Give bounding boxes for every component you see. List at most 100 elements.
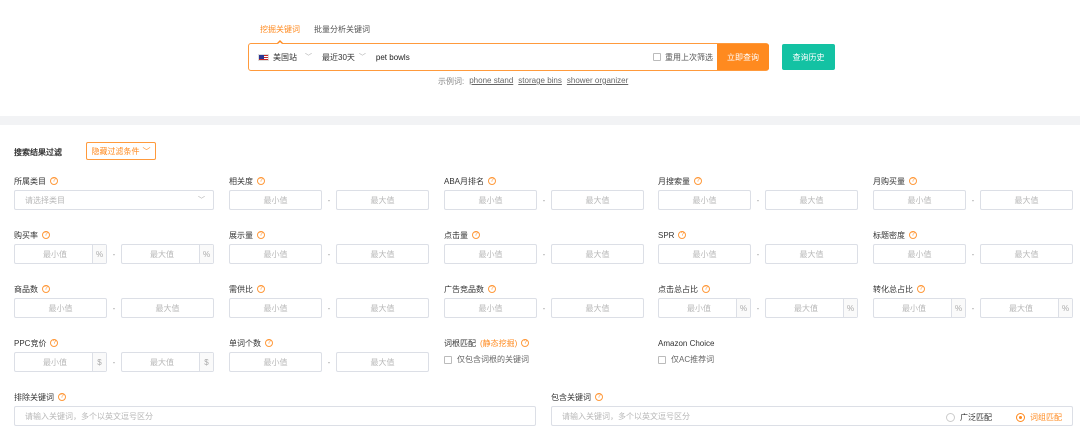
- site-select[interactable]: 美国站 ﹀: [249, 52, 312, 63]
- max-input[interactable]: 最大值: [551, 298, 644, 318]
- help-icon[interactable]: ?: [488, 177, 497, 185]
- min-input[interactable]: 最小值: [444, 190, 537, 210]
- input-placeholder: 请输入关键词，多个以英文逗号区分: [562, 411, 690, 421]
- max-input[interactable]: 最大值%: [980, 298, 1073, 318]
- max-placeholder: 最大值: [150, 357, 174, 367]
- help-icon[interactable]: ?: [42, 231, 50, 239]
- filter-ppc: PPC竞价? 最小值 $ - 最大值 $: [14, 338, 214, 372]
- help-icon[interactable]: ?: [909, 177, 917, 185]
- max-input[interactable]: 最大值: [336, 190, 429, 210]
- min-input[interactable]: 最小值: [873, 244, 966, 264]
- us-flag-icon: [258, 53, 269, 61]
- filter-label: 所属类目: [14, 176, 46, 186]
- max-input[interactable]: 最大值: [551, 190, 644, 210]
- filter-label: 单词个数: [229, 338, 261, 348]
- max-placeholder: 最大值: [150, 249, 174, 259]
- max-input[interactable]: 最大值: [336, 244, 429, 264]
- min-placeholder: 最小值: [687, 303, 711, 313]
- tab-mine-keywords[interactable]: 挖掘关键词: [260, 24, 300, 35]
- exclude-keywords-input[interactable]: 请输入关键词，多个以英文逗号区分: [14, 406, 536, 426]
- ac-only-checkbox[interactable]: 仅AC推荐词: [658, 354, 714, 365]
- keyword-search-input[interactable]: [375, 52, 636, 62]
- help-icon[interactable]: ?: [917, 285, 925, 293]
- help-icon[interactable]: ?: [521, 339, 530, 347]
- time-range-select[interactable]: 最近30天 ﹀: [322, 52, 366, 63]
- category-select[interactable]: 请选择类目 ﹀: [14, 190, 214, 210]
- filter-spr: SPR? 最小值 - 最大值: [658, 230, 858, 264]
- include-keywords-input[interactable]: 请输入关键词，多个以英文逗号区分 广泛匹配 词组匹配: [551, 406, 1073, 426]
- min-input[interactable]: 最小值: [444, 298, 537, 318]
- help-icon[interactable]: ?: [702, 285, 710, 293]
- min-input[interactable]: 最小值%: [873, 298, 966, 318]
- time-range-label: 最近30天: [322, 52, 355, 62]
- help-icon[interactable]: ?: [50, 177, 58, 185]
- help-icon[interactable]: ?: [595, 393, 603, 401]
- min-input[interactable]: 最小值: [14, 298, 107, 318]
- max-input[interactable]: 最大值: [336, 352, 429, 372]
- min-input[interactable]: 最小值%: [658, 298, 751, 318]
- range-dash: -: [542, 303, 546, 313]
- help-icon[interactable]: ?: [909, 231, 917, 239]
- phrase-match-label: 词组匹配: [1030, 413, 1062, 422]
- max-input[interactable]: 最大值: [765, 244, 858, 264]
- percent-suffix: %: [951, 299, 965, 317]
- min-input[interactable]: 最小值: [658, 244, 751, 264]
- hide-filters-button[interactable]: 隐藏过滤条件 ﹀: [86, 142, 156, 160]
- max-input[interactable]: 最大值: [980, 190, 1073, 210]
- example-keyword[interactable]: phone stand: [469, 76, 513, 87]
- help-icon[interactable]: ?: [50, 339, 59, 347]
- help-icon[interactable]: ?: [257, 177, 265, 185]
- min-input[interactable]: 最小值: [229, 244, 322, 264]
- max-input[interactable]: 最大值 $: [121, 352, 214, 372]
- percent-suffix: %: [1058, 299, 1072, 317]
- reuse-filter-toggle[interactable]: 重用上次筛选: [653, 52, 713, 63]
- min-input[interactable]: 最小值: [873, 190, 966, 210]
- help-icon[interactable]: ?: [58, 393, 66, 401]
- root-only-checkbox[interactable]: 仅包含词根的关键词: [444, 354, 529, 365]
- checkbox[interactable]: [658, 355, 666, 364]
- max-input[interactable]: 最大值%: [765, 298, 858, 318]
- filter-click-share: 点击总占比? 最小值% - 最大值%: [658, 284, 858, 318]
- chevron-down-icon: ﹀: [198, 197, 205, 204]
- filter-exclude-keywords: 排除关键词?: [14, 392, 536, 402]
- help-icon[interactable]: ?: [257, 285, 265, 293]
- help-icon[interactable]: ?: [257, 231, 265, 239]
- radio-broad[interactable]: [946, 413, 955, 422]
- min-input[interactable]: 最小值: [444, 244, 537, 264]
- max-input[interactable]: 最大值: [121, 298, 214, 318]
- example-keywords: 示例词: phone stand storage bins shower org…: [438, 76, 628, 87]
- min-input[interactable]: 最小值: [229, 298, 322, 318]
- min-input[interactable]: 最小值: [229, 190, 322, 210]
- example-keyword[interactable]: storage bins: [518, 76, 562, 87]
- range-dash: -: [542, 249, 546, 259]
- input-placeholder: 请输入关键词，多个以英文逗号区分: [25, 411, 153, 421]
- min-input[interactable]: 最小值 $: [14, 352, 107, 372]
- max-input[interactable]: 最大值: [551, 244, 644, 264]
- help-icon[interactable]: ?: [488, 285, 496, 293]
- max-input[interactable]: 最大值%: [121, 244, 214, 264]
- checkbox[interactable]: [653, 53, 661, 61]
- help-icon[interactable]: ?: [472, 231, 480, 239]
- tab-batch-analyze[interactable]: 批量分析关键词: [314, 24, 370, 35]
- help-icon[interactable]: ?: [678, 231, 687, 239]
- min-input[interactable]: 最小值: [229, 352, 322, 372]
- example-keyword[interactable]: shower organizer: [567, 76, 628, 87]
- checkbox[interactable]: [444, 355, 452, 364]
- help-icon[interactable]: ?: [42, 285, 50, 293]
- max-input[interactable]: 最大值: [765, 190, 858, 210]
- min-input[interactable]: 最小值%: [14, 244, 107, 264]
- static-mining-tag: (静态挖掘): [480, 338, 518, 348]
- filter-category: 所属类目? 请选择类目 ﹀: [14, 176, 214, 210]
- min-input[interactable]: 最小值: [658, 190, 751, 210]
- filter-label: 商品数: [14, 284, 38, 294]
- help-icon[interactable]: ?: [694, 177, 702, 185]
- checkbox-label: 仅包含词根的关键词: [457, 355, 529, 364]
- filter-word-count: 单词个数? 最小值 - 最大值: [229, 338, 429, 372]
- help-icon[interactable]: ?: [265, 339, 273, 347]
- radio-phrase[interactable]: [1016, 413, 1025, 422]
- max-input[interactable]: 最大值: [336, 298, 429, 318]
- query-button[interactable]: 立即查询: [717, 44, 769, 70]
- query-history-button[interactable]: 查询历史: [782, 44, 835, 70]
- max-input[interactable]: 最大值: [980, 244, 1073, 264]
- match-type-radios: 广泛匹配 词组匹配: [946, 412, 1062, 423]
